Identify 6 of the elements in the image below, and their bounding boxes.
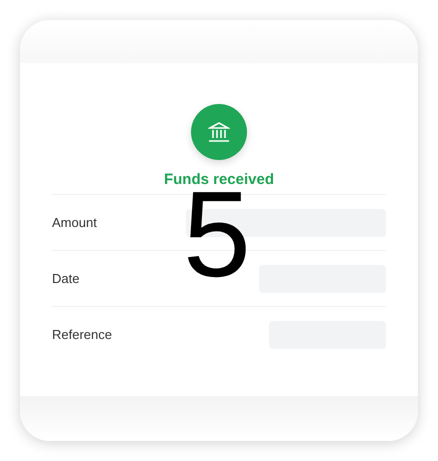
- detail-label: Amount: [52, 214, 97, 232]
- bank-icon: [191, 104, 247, 160]
- detail-label: Reference: [52, 326, 112, 344]
- step-number: 5: [183, 189, 251, 279]
- status-title: Funds received: [164, 170, 274, 190]
- detail-label: Date: [52, 270, 80, 288]
